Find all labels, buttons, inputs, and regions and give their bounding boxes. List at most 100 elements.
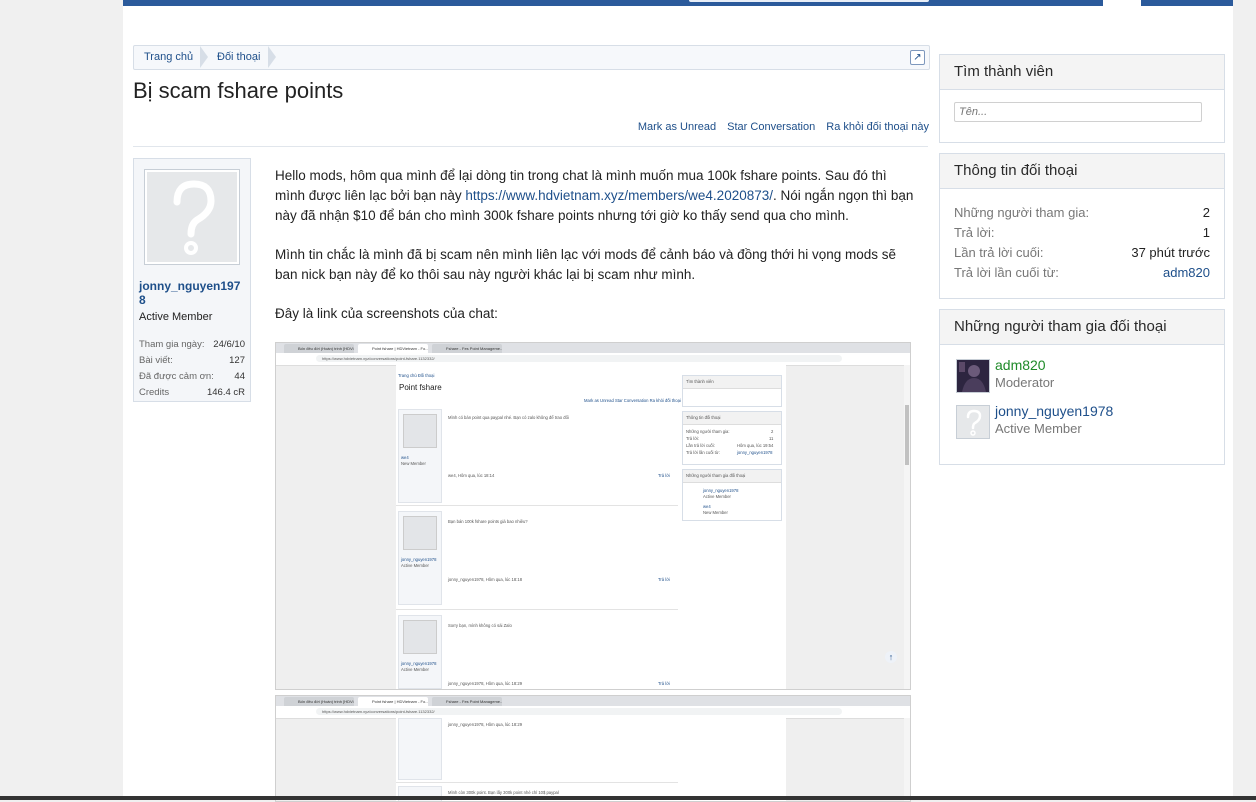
message-username[interactable]: jonny_nguyen1978 (139, 279, 247, 307)
header-search-edge[interactable] (689, 0, 929, 2)
mini-username: we4 (401, 455, 409, 460)
info-label: Những người tham gia: (954, 205, 1090, 220)
stat-value: 127 (229, 355, 245, 366)
default-avatar-icon (966, 409, 982, 436)
mini-info-value: 2 (771, 429, 774, 434)
mini-message: Mình còn 300k point. Bạn lấy 300k point … (448, 790, 559, 795)
avatar[interactable] (144, 169, 240, 265)
member-search-input[interactable] (954, 102, 1202, 122)
mini-participant-name: jonny_nguyen1978 (703, 488, 739, 493)
mini-user-block (398, 718, 442, 780)
message-body: Hello mods, hôm qua mình để lại dòng tin… (275, 166, 915, 343)
mini-user-title: New Member (401, 461, 426, 466)
header-bar (123, 0, 1233, 6)
moderator-avatar-icon (957, 360, 989, 392)
mini-sidebox: Những người tham gia đối thoại jonny_ngu… (682, 469, 782, 521)
breadcrumb-conversations[interactable]: Đối thoại (217, 46, 260, 69)
mini-actions: Mark as Unread Star Conversation Ra khỏi… (584, 398, 689, 403)
user-stats: Tham gia ngày: 24/6/10 Bài viết: 127 Đã đư… (139, 337, 245, 401)
mini-username: jonny_nguyen1978 (401, 557, 437, 562)
info-row: Những người tham gia: 2 (954, 203, 1210, 223)
mini-message: Sorry bạn, mình không có sài Zalo (448, 623, 512, 628)
header-gap (1103, 0, 1141, 6)
mini-message: Bạn bán 100k fshare points giá bao nhiêu… (448, 519, 528, 524)
mini-info-label: Những người tham gia: (686, 429, 730, 434)
info-label: Trả lời: (954, 225, 995, 240)
default-avatar-icon (403, 516, 437, 550)
mini-user-title: Active Member (401, 667, 429, 672)
message-user-info: jonny_nguyen1978 Active Member Tham gia … (133, 158, 251, 402)
participant-item: jonny_nguyen1978 Active Member (954, 403, 1210, 449)
info-row: Trả lời: 1 (954, 223, 1210, 243)
mini-info-label: Lần trả lời cuối: (686, 443, 715, 448)
stat-row: Credits 146.4 cR (139, 385, 245, 401)
mark-unread-link[interactable]: Mark as Unread (638, 121, 716, 133)
screenshot-page: jonny_nguyen1978, Hôm qua, lúc 18:29 Mìn… (396, 718, 786, 801)
window-bottom-edge (0, 796, 1256, 800)
star-conversation-link[interactable]: Star Conversation (727, 121, 815, 133)
mini-participant-title: Active Member (703, 494, 731, 499)
screenshot-page: Trang chủ Đối thoại Point fshare Mark as… (396, 365, 786, 689)
stat-label: Đã được cảm ơn: (139, 371, 214, 382)
attached-screenshot[interactable]: Bốn đêu đời (Hoàn) trinh [HDVi... Point … (275, 695, 911, 802)
info-row: Trả lời lần cuối từ: adm820 (954, 263, 1210, 283)
mini-meta: jonny_nguyen1978, Hôm qua, lúc 18:29 (448, 681, 523, 686)
message-paragraph: Đây là link của screenshots của chat: (275, 306, 498, 321)
scroll-top-icon: ↑ (885, 651, 897, 663)
browser-tab: Bốn đêu đời (Hoàn) trinh [HDVi... (284, 697, 354, 706)
default-avatar-icon (147, 172, 237, 262)
participant-avatar[interactable] (956, 405, 990, 439)
last-reply-user-link[interactable]: adm820 (1163, 263, 1210, 283)
male-avatar-icon (403, 414, 437, 448)
stat-label: Bài viết: (139, 355, 173, 366)
mini-sidebox-title: Tìm thành viên (686, 379, 714, 384)
participants-title: Những người tham gia đối thoại (940, 310, 1224, 345)
conversation-info-title: Thông tin đối thoại (940, 154, 1224, 189)
stat-value: 146.4 cR (206, 387, 245, 398)
mini-reply: Trả lời (658, 577, 670, 582)
default-avatar-icon (403, 620, 437, 654)
info-label: Trả lời lần cuối từ: (954, 265, 1059, 280)
scrollbar (904, 365, 910, 689)
mini-message: Mình có bán point qua paypal nhé. Bạn có… (448, 415, 569, 420)
stat-row: Đã được cảm ơn: 44 (139, 369, 245, 385)
external-link-icon[interactable]: ↗ (910, 50, 925, 65)
message-paragraph: Mình tin chắc là mình đã bị scam nên mìn… (275, 247, 897, 282)
find-member-title: Tìm thành viên (940, 55, 1224, 90)
participant-name[interactable]: jonny_nguyen1978 (995, 403, 1113, 419)
mini-sidebox-title: Những người tham gia đối thoại (686, 473, 746, 478)
info-label: Lần trả lời cuối: (954, 245, 1044, 260)
find-member-box: Tìm thành viên (939, 54, 1225, 143)
browser-tabs: Bốn đêu đời (Hoàn) trinh [HDVi... Point … (276, 696, 910, 706)
browser-tab: Bốn đêu đời (Hoàn) trinh [HDVi... (284, 344, 354, 353)
mini-user-title: Active Member (401, 563, 429, 568)
browser-tab: Point fshare | HDVietnam - Fo... (358, 697, 428, 706)
participant-name[interactable]: adm820 (995, 357, 1046, 373)
mini-meta: jonny_nguyen1978, Hôm qua, lúc 18:18 (448, 577, 523, 582)
participant-avatar[interactable] (956, 359, 990, 393)
leave-conversation-link[interactable]: Ra khỏi đối thoại này (826, 121, 929, 133)
participant-item: adm820 Moderator (954, 357, 1210, 403)
stat-value: 24/6/10 (213, 339, 245, 350)
conversation-info-box: Thông tin đối thoại Những người tham gia… (939, 153, 1225, 299)
attached-screenshot[interactable]: Bốn đêu đời (Hoàn) trinh [HDVi... Point … (275, 342, 911, 690)
mini-user-block: we4 New Member (398, 409, 442, 503)
stat-value: 44 (234, 371, 245, 382)
info-value: 37 phút trước (1131, 245, 1210, 260)
mini-info-value: jonny_nguyen1978 (737, 450, 773, 455)
browser-url: https://www.hdvietnam.xyz/conversations/… (316, 355, 842, 362)
participants-box: Những người tham gia đối thoại adm820 Mo… (939, 309, 1225, 465)
message-paragraph: Hello mods, hôm qua mình để lại dòng tin… (275, 166, 915, 226)
mini-sidebox-title: Thông tin đối thoại (686, 415, 721, 420)
member-profile-link[interactable]: https://www.hdvietnam.xyz/members/we4.20… (465, 188, 773, 203)
stat-row: Tham gia ngày: 24/6/10 (139, 337, 245, 353)
browser-tab: Fshare - Fes Point Manageme... (432, 697, 502, 706)
breadcrumb-home[interactable]: Trang chủ (144, 46, 193, 69)
browser-url: https://www.hdvietnam.xyz/conversations/… (316, 708, 842, 715)
browser-tabs: Bốn đêu đời (Hoàn) trinh [HDVi... Point … (276, 343, 910, 353)
participants-body: adm820 Moderator jonny_nguyen1978 Active… (940, 345, 1224, 461)
mini-meta: we4, Hôm qua, lúc 18:14 (448, 473, 495, 478)
mini-reply: Trả lời (658, 473, 670, 478)
mini-info-label: Trả lời lần cuối từ: (686, 450, 720, 455)
stat-label: Tham gia ngày: (139, 339, 205, 350)
